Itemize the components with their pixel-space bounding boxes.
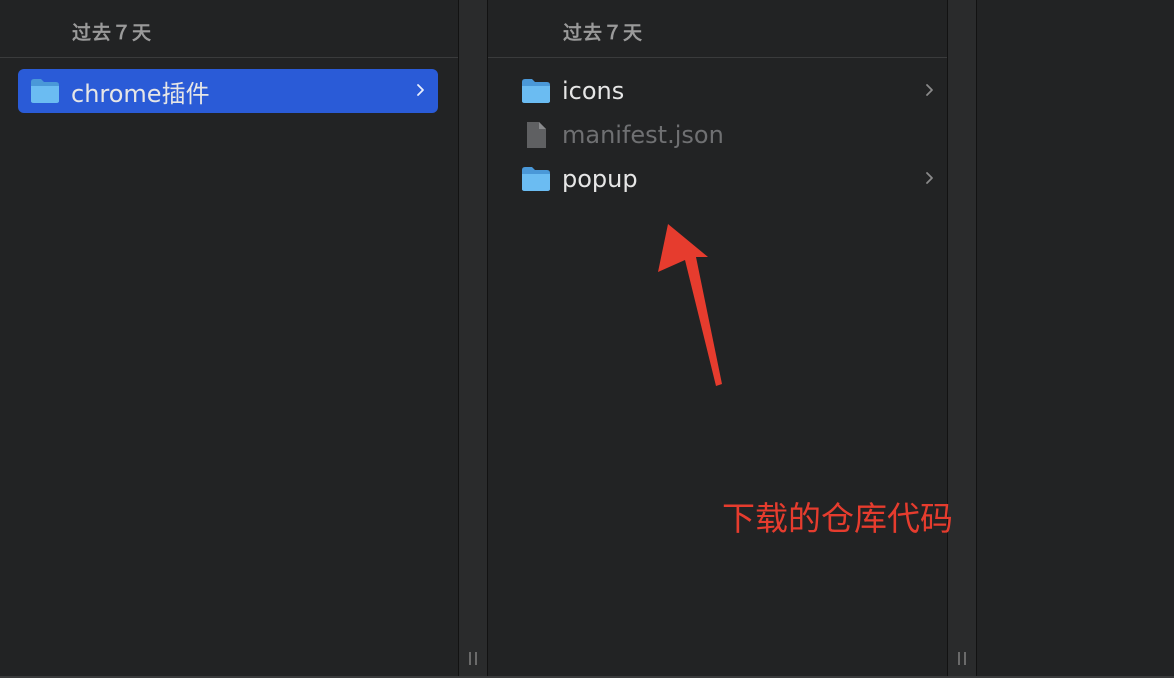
chevron-right-icon: [417, 84, 424, 96]
list-item-chrome-plugin[interactable]: chrome插件: [18, 69, 438, 113]
list-item-popup[interactable]: popup: [488, 157, 947, 201]
list-item-manifest[interactable]: manifest.json: [488, 113, 947, 157]
column-header: 过去７天: [488, 0, 947, 58]
chevron-right-icon: [926, 172, 933, 184]
column-resize-divider[interactable]: [458, 0, 488, 676]
list-item-label: chrome插件: [71, 79, 210, 108]
column-header: 过去７天: [0, 0, 458, 58]
red-arrow-annotation-icon: [658, 224, 722, 386]
column-resize-divider[interactable]: [947, 0, 977, 676]
folder-icon: [31, 79, 59, 103]
chevron-right-icon: [926, 84, 933, 96]
finder-column-3: [977, 0, 1174, 676]
column-header-label: 过去７天: [563, 22, 644, 44]
folder-icon: [522, 167, 550, 191]
resize-grip-icon[interactable]: [468, 652, 478, 666]
list-item-icons[interactable]: icons: [488, 69, 947, 113]
column-header-label: 过去７天: [72, 22, 153, 44]
list-item-label: icons: [562, 77, 625, 105]
annotation-text: 下载的仓库代码: [722, 499, 953, 538]
document-icon: [527, 122, 546, 148]
finder-column-1: 过去７天 chrome插件: [0, 0, 458, 676]
list-item-label: manifest.json: [562, 121, 724, 149]
resize-grip-icon[interactable]: [957, 652, 967, 666]
folder-icon: [522, 79, 550, 103]
list-item-label: popup: [562, 165, 638, 193]
